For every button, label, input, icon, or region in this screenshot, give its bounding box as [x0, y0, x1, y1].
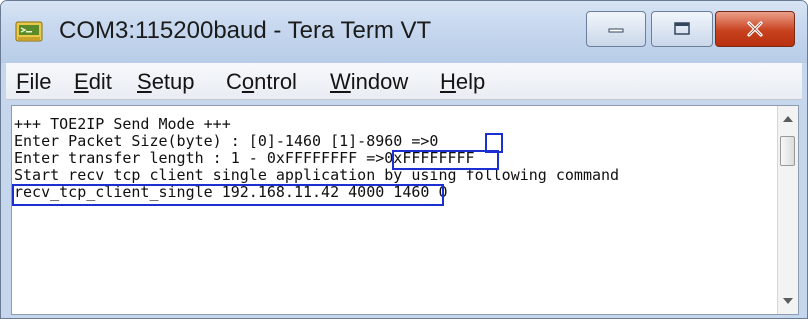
terminal-screen[interactable]: +++ TOE2IP Send Mode +++ Enter Packet Si…	[11, 105, 799, 315]
menu-setup[interactable]: Setup	[137, 69, 195, 95]
scroll-up-icon[interactable]	[783, 116, 793, 122]
maximize-button[interactable]	[651, 11, 713, 47]
command-highlight	[12, 184, 444, 206]
window-title: COM3:115200baud - Tera Term VT	[59, 17, 432, 44]
terminal-window: COM3:115200baud - Tera Term VT File Edit…	[0, 0, 808, 319]
maximize-icon	[674, 22, 690, 35]
menu-bar: File Edit Setup Control Window Help	[6, 63, 802, 100]
menu-control[interactable]: Control	[226, 69, 297, 95]
vertical-scrollbar[interactable]	[777, 106, 798, 314]
terminal-line: +++ TOE2IP Send Mode +++	[14, 115, 231, 133]
tera-term-app-icon[interactable]	[15, 19, 43, 43]
minimize-button[interactable]	[586, 11, 646, 47]
menu-window[interactable]: Window	[330, 69, 408, 95]
menu-file[interactable]: File	[16, 69, 51, 95]
close-button[interactable]	[715, 11, 795, 47]
menu-edit[interactable]: Edit	[74, 69, 112, 95]
menu-help[interactable]: Help	[440, 69, 485, 95]
terminal-line: Start recv tcp client single application…	[14, 166, 620, 184]
transfer-length-highlight	[392, 150, 499, 170]
scroll-thumb[interactable]	[780, 136, 795, 166]
terminal-line: Enter Packet Size(byte) : [0]-1460 [1]-8…	[14, 132, 439, 150]
close-icon	[747, 21, 763, 37]
minimize-icon	[608, 28, 624, 33]
scroll-down-icon[interactable]	[783, 298, 793, 304]
title-bar[interactable]: COM3:115200baud - Tera Term VT	[1, 1, 807, 63]
